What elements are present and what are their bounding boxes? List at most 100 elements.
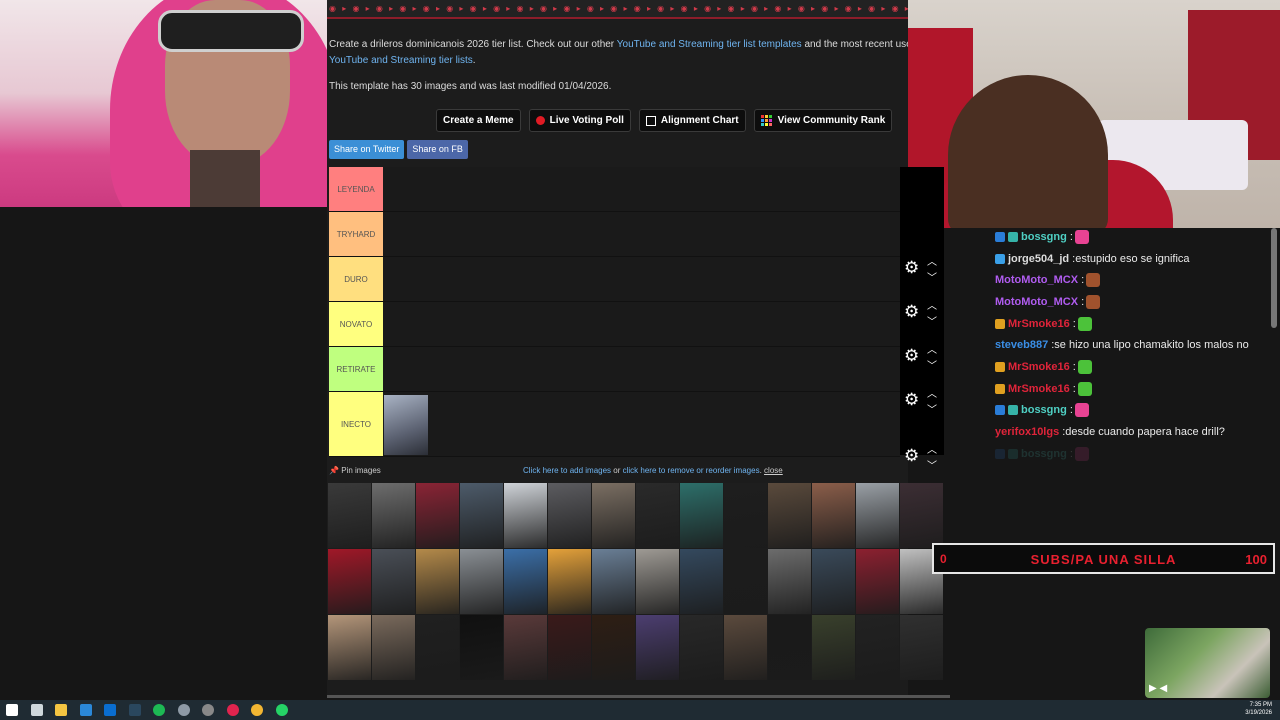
- chevron-down-icon[interactable]: ﹀: [927, 362, 937, 372]
- image-thumbnail[interactable]: [724, 615, 767, 680]
- image-thumbnail[interactable]: [328, 549, 371, 614]
- image-thumbnail[interactable]: [680, 483, 723, 548]
- app-icon[interactable]: [177, 704, 190, 716]
- image-thumbnail[interactable]: [724, 549, 767, 614]
- horizontal-scrollbar[interactable]: [327, 695, 950, 698]
- image-thumbnail[interactable]: [856, 615, 899, 680]
- tier-drop-zone[interactable]: [383, 167, 900, 211]
- gear-icon[interactable]: ⚙: [904, 446, 919, 466]
- image-thumbnail[interactable]: [768, 615, 811, 680]
- tiktok-icon[interactable]: [226, 704, 239, 716]
- tier-label[interactable]: TRYHARD: [329, 212, 383, 256]
- image-thumbnail[interactable]: [900, 615, 943, 680]
- tier-label[interactable]: RETIRATE: [329, 347, 383, 391]
- chevron-up-icon[interactable]: ︿: [927, 446, 937, 456]
- gear-icon[interactable]: ⚙: [904, 390, 919, 410]
- chat-username[interactable]: jorge504_jd: [1008, 253, 1069, 265]
- chevron-down-icon[interactable]: ﹀: [927, 318, 937, 328]
- tier-label[interactable]: INECTO: [329, 392, 383, 456]
- tierlists-link[interactable]: YouTube and Streaming tier lists: [329, 55, 473, 66]
- image-thumbnail[interactable]: [372, 483, 415, 548]
- chat-username[interactable]: bossgng: [1021, 448, 1067, 460]
- image-thumbnail[interactable]: [768, 483, 811, 548]
- image-thumbnail[interactable]: [328, 615, 371, 680]
- image-thumbnail[interactable]: [416, 615, 459, 680]
- image-thumbnail[interactable]: [548, 615, 591, 680]
- live-poll-button[interactable]: Live Voting Poll: [528, 109, 631, 132]
- image-thumbnail[interactable]: [460, 483, 503, 548]
- search-icon[interactable]: [30, 704, 43, 716]
- tier-drop-zone[interactable]: [383, 392, 900, 456]
- remove-images-link[interactable]: click here to remove or reorder images: [623, 466, 760, 475]
- image-thumbnail[interactable]: [592, 483, 635, 548]
- obs-icon[interactable]: [202, 704, 214, 716]
- system-tray[interactable]: 7:35 PM 3/19/2026: [1245, 701, 1272, 717]
- chat-scrollbar[interactable]: [1271, 228, 1277, 328]
- image-thumbnail[interactable]: [592, 615, 635, 680]
- tier-label[interactable]: NOVATO: [329, 302, 383, 346]
- image-thumbnail[interactable]: [724, 483, 767, 548]
- chat-username[interactable]: MrSmoke16: [1008, 383, 1070, 395]
- image-thumbnail[interactable]: [504, 615, 547, 680]
- chat-username[interactable]: MotoMoto_MCX: [995, 274, 1078, 286]
- image-thumbnail[interactable]: [856, 483, 899, 548]
- windows-icon[interactable]: [6, 704, 18, 716]
- image-thumbnail[interactable]: [548, 549, 591, 614]
- tier-label[interactable]: DURO: [329, 257, 383, 301]
- image-thumbnail[interactable]: [636, 549, 679, 614]
- chevron-up-icon[interactable]: ︿: [927, 346, 937, 356]
- file-explorer-icon[interactable]: [55, 704, 67, 716]
- image-thumbnail[interactable]: [460, 615, 503, 680]
- close-link[interactable]: close: [764, 466, 783, 475]
- chat-username[interactable]: MotoMoto_MCX: [995, 296, 1078, 308]
- tier-drop-zone[interactable]: [383, 302, 900, 346]
- add-images-link[interactable]: Click here to add images: [523, 466, 611, 475]
- pin-images-label[interactable]: Pin images: [341, 466, 381, 475]
- image-thumbnail[interactable]: [812, 483, 855, 548]
- chat-username[interactable]: steveb887: [995, 339, 1048, 351]
- steam-icon[interactable]: [128, 704, 141, 716]
- chevron-down-icon[interactable]: ﹀: [927, 274, 937, 284]
- image-thumbnail[interactable]: [856, 549, 899, 614]
- whatsapp-icon[interactable]: [275, 704, 288, 716]
- share-twitter-button[interactable]: Share on Twitter: [329, 140, 405, 159]
- tier-label[interactable]: LEYENDA: [329, 167, 383, 211]
- store-icon[interactable]: [104, 704, 116, 716]
- tier-image[interactable]: [384, 395, 428, 455]
- tier-drop-zone[interactable]: [383, 347, 900, 391]
- image-thumbnail[interactable]: [460, 549, 503, 614]
- chat-username[interactable]: yerifox10lgs: [995, 426, 1059, 438]
- share-facebook-button[interactable]: Share on FB: [407, 140, 468, 159]
- community-rank-button[interactable]: View Community Rank: [753, 109, 893, 132]
- image-thumbnail[interactable]: [680, 615, 723, 680]
- image-thumbnail[interactable]: [548, 483, 591, 548]
- edge-icon[interactable]: [79, 704, 92, 716]
- tier-drop-zone[interactable]: [383, 257, 900, 301]
- image-thumbnail[interactable]: [504, 549, 547, 614]
- templates-link[interactable]: YouTube and Streaming tier list template…: [617, 39, 802, 50]
- gear-icon[interactable]: ⚙: [904, 302, 919, 322]
- chat-username[interactable]: MrSmoke16: [1008, 361, 1070, 373]
- image-thumbnail[interactable]: [416, 483, 459, 548]
- chevron-up-icon[interactable]: ︿: [927, 302, 937, 312]
- chevron-up-icon[interactable]: ︿: [927, 258, 937, 268]
- chevron-up-icon[interactable]: ︿: [927, 390, 937, 400]
- image-thumbnail[interactable]: [812, 615, 855, 680]
- image-thumbnail[interactable]: [372, 549, 415, 614]
- gear-icon[interactable]: ⚙: [904, 258, 919, 278]
- chat-username[interactable]: MrSmoke16: [1008, 318, 1070, 330]
- image-thumbnail[interactable]: [636, 615, 679, 680]
- chevron-down-icon[interactable]: ﹀: [927, 406, 937, 416]
- chat-username[interactable]: bossgng: [1021, 404, 1067, 416]
- chevron-down-icon[interactable]: ﹀: [927, 462, 937, 472]
- image-thumbnail[interactable]: [768, 549, 811, 614]
- create-meme-button[interactable]: Create a Meme: [436, 109, 521, 132]
- image-thumbnail[interactable]: [900, 483, 943, 548]
- image-thumbnail[interactable]: [636, 483, 679, 548]
- chat-username[interactable]: bossgng: [1021, 231, 1067, 243]
- image-thumbnail[interactable]: [680, 549, 723, 614]
- spotify-icon[interactable]: [153, 704, 165, 716]
- image-thumbnail[interactable]: [504, 483, 547, 548]
- tier-drop-zone[interactable]: [383, 212, 900, 256]
- image-thumbnail[interactable]: [372, 615, 415, 680]
